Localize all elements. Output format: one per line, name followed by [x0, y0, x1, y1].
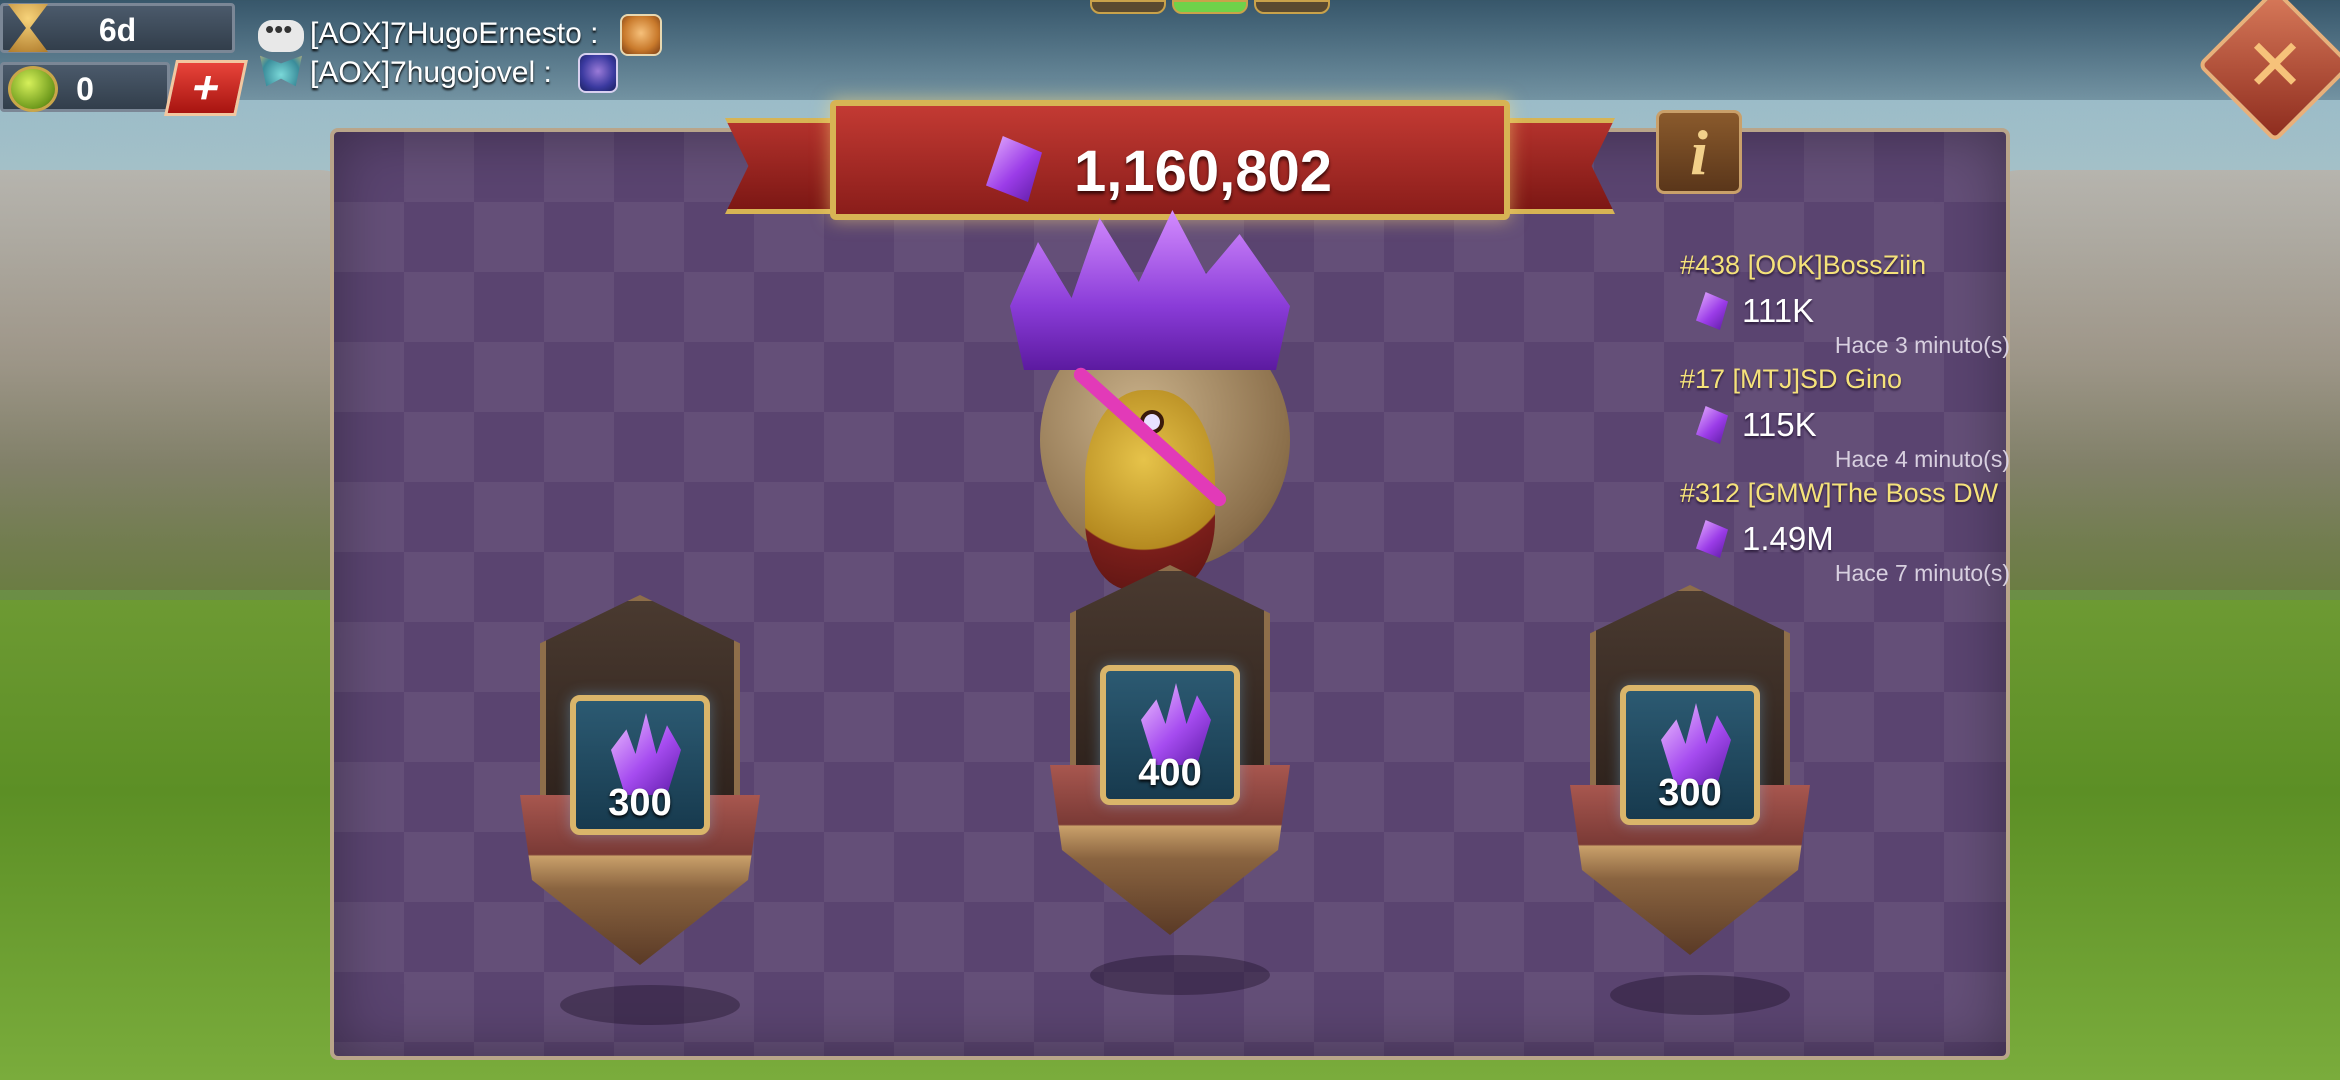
- plus-icon: +: [187, 61, 226, 113]
- chat-line-1[interactable]: [AOX]7HugoErnesto :: [310, 17, 599, 51]
- gem-icon: [1696, 520, 1728, 558]
- feed-time: Hace 7 minuto(s): [1834, 560, 2010, 586]
- feed-entry: #17 [MTJ]SD Gino 115K Hace 4 minuto(s): [1680, 364, 2010, 474]
- feed-time: Hace 4 minuto(s): [1834, 446, 2010, 472]
- reward-amount: 300: [1658, 772, 1722, 814]
- reward-tile[interactable]: 300: [1620, 685, 1760, 825]
- feed-amount: 111K: [1742, 292, 1815, 329]
- background-scenery-left: [0, 170, 360, 590]
- pager-dot-2[interactable]: [1172, 0, 1248, 14]
- crystal-pile: [1010, 210, 1290, 370]
- reward-amount: 300: [608, 782, 672, 824]
- gem-icon: [1696, 292, 1728, 330]
- close-icon[interactable]: ✕: [2222, 14, 2328, 120]
- feed-player-name[interactable]: #17 [MTJ]SD Gino: [1680, 364, 1902, 395]
- feed-player-name[interactable]: #438 [OOK]BossZiin: [1680, 250, 1926, 281]
- coin-icon: [8, 66, 58, 112]
- feed-player-name[interactable]: #312 [GMW]The Boss DW: [1680, 478, 1998, 509]
- feed-amount: 1.49M: [1742, 520, 1834, 557]
- pager-dot-3[interactable]: [1254, 0, 1330, 14]
- feed-time: Hace 3 minuto(s): [1834, 332, 2010, 358]
- sticker-tiger-icon: [620, 14, 662, 56]
- pedestal-shadow: [1090, 955, 1270, 995]
- reward-tile[interactable]: 300: [570, 695, 710, 835]
- reward-pedestal-1[interactable]: 300: [520, 595, 760, 1025]
- feed-entry: #438 [OOK]BossZiin 111K Hace 3 minuto(s): [1680, 250, 2010, 360]
- total-gems-value: 1,160,802: [1074, 139, 1333, 204]
- info-icon: i: [1690, 117, 1708, 188]
- pedestal-shadow: [1610, 975, 1790, 1015]
- chat-line-2[interactable]: [AOX]7hugojovel :: [310, 56, 552, 90]
- add-coins-button[interactable]: +: [164, 60, 248, 116]
- chat-icon[interactable]: [258, 14, 304, 52]
- reward-pedestal-2[interactable]: 400: [1050, 565, 1290, 995]
- info-button[interactable]: i: [1656, 110, 1742, 194]
- sticker-creature-icon: [578, 53, 618, 93]
- background-scenery-right: [1980, 170, 2340, 590]
- reward-amount: 400: [1138, 752, 1202, 794]
- gem-icon: [1696, 406, 1728, 444]
- pager-dot-1[interactable]: [1090, 0, 1166, 14]
- feed-amount: 115K: [1742, 406, 1817, 443]
- reward-pedestal-3[interactable]: 300: [1570, 585, 1810, 1015]
- pedestal-shadow: [560, 985, 740, 1025]
- reward-tile[interactable]: 400: [1100, 665, 1240, 805]
- feed-entry: #312 [GMW]The Boss DW 1.49M Hace 7 minut…: [1680, 478, 2010, 588]
